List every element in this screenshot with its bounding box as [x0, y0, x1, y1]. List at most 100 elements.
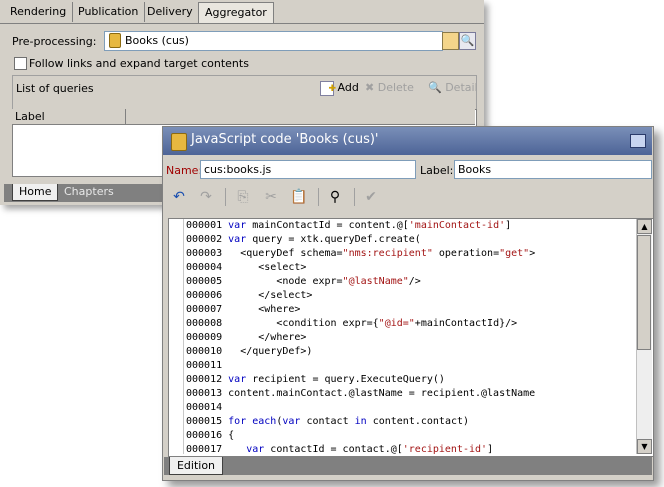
code-line: 000010 </queryDef>) [186, 345, 312, 359]
code-line: 000016 { [186, 429, 234, 443]
tab-chapters[interactable]: Chapters [58, 184, 120, 200]
line-number: 000012 [186, 374, 229, 385]
window-button-icon[interactable] [630, 134, 646, 148]
queries-title: List of queries [16, 82, 94, 95]
tab-divider [0, 23, 484, 24]
redo-icon[interactable]: ↷ [197, 188, 215, 206]
line-number: 000004 [186, 262, 229, 273]
line-text: var recipient = query.ExecuteQuery() [228, 374, 445, 385]
name-field[interactable]: cus:books.js [200, 160, 416, 179]
code-line: 000002 var query = xtk.queryDef.create( [186, 233, 421, 247]
code-line: 000009 </where> [186, 331, 306, 345]
line-number: 000002 [186, 234, 229, 245]
line-number: 000006 [186, 290, 229, 301]
code-line: 000012 var recipient = query.ExecuteQuer… [186, 373, 445, 387]
scrollbar-thumb[interactable] [637, 235, 651, 350]
magnifier-icon[interactable]: 🔍 [459, 32, 476, 50]
line-number: 000008 [186, 318, 229, 329]
paste-icon[interactable]: 📋 [290, 188, 308, 206]
preprocessing-value: Books (cus) [125, 34, 189, 47]
code-line: 000005 <node expr="@lastName"/> [186, 275, 421, 289]
add-icon: ✚ [320, 80, 336, 96]
detail-icon: 🔍 [428, 81, 442, 94]
detail-query-button[interactable]: 🔍 Detail [428, 78, 478, 98]
code-line: 000014 [186, 401, 228, 415]
label-column-header[interactable]: Label [15, 110, 45, 123]
undo-icon[interactable]: ↶ [170, 188, 188, 206]
code-line: 000011 [186, 359, 228, 373]
window-title: JavaScript code 'Books (cus)' [191, 132, 379, 147]
line-text: <where> [228, 304, 301, 315]
line-text: { [228, 430, 235, 441]
delete-query-button[interactable]: ✖ Delete [365, 78, 414, 98]
script-icon [171, 133, 187, 151]
toolbar-separator [318, 188, 319, 206]
tab-rendering[interactable]: Rendering [4, 2, 74, 22]
follow-links-label: Follow links and expand target contents [29, 57, 249, 70]
add-label: Add [337, 81, 359, 94]
line-number: 000003 [186, 248, 229, 259]
code-line: 000015 for each(var contact in content.c… [186, 415, 469, 429]
toolbar-separator [225, 188, 226, 206]
label-field[interactable]: Books [454, 160, 652, 179]
check-icon[interactable]: ✔ [362, 188, 380, 206]
label-label: Label: [420, 164, 454, 177]
find-icon[interactable]: ⚲ [326, 188, 344, 206]
line-text: var contactId = contact.@['recipient-id'… [246, 444, 494, 455]
line-text: </select> [228, 290, 313, 301]
cut-icon[interactable]: ✂ [262, 188, 280, 206]
add-query-button[interactable]: ✚ Add [320, 78, 359, 98]
line-number: 000010 [186, 346, 229, 357]
line-text: content.mainContact.@lastName = recipien… [228, 388, 536, 399]
window-title-bar[interactable]: JavaScript code 'Books (cus)' [163, 127, 652, 155]
code-line: 000007 <where> [186, 303, 300, 317]
script-icon [109, 33, 121, 48]
folder-icon[interactable] [442, 32, 459, 50]
edition-tab-strip [164, 457, 652, 475]
tab-home[interactable]: Home [12, 184, 59, 201]
line-text: <select> [228, 262, 307, 273]
tab-publication[interactable]: Publication [72, 2, 146, 22]
line-number: 000017 [186, 444, 229, 455]
line-number: 000015 [186, 416, 229, 427]
column-divider [125, 109, 126, 124]
tab-edition[interactable]: Edition [169, 457, 223, 475]
toolbar-separator [354, 188, 355, 206]
line-text: var mainContactId = content.@['mainConta… [228, 220, 512, 231]
line-text: </queryDef>) [228, 346, 313, 357]
line-number: 000016 [186, 430, 229, 441]
code-line: 000003 <queryDef schema="nms:recipient" … [186, 247, 535, 261]
code-line: 000001 var mainContactId = content.@['ma… [186, 219, 511, 233]
line-number: 000011 [186, 360, 229, 371]
preprocessing-label: Pre-processing: [12, 35, 97, 48]
line-number: 000013 [186, 388, 229, 399]
follow-links-checkbox[interactable] [14, 57, 27, 70]
line-text: <condition expr={"@id="+mainContactId}/> [228, 318, 518, 329]
copy-icon[interactable]: ⎘ [234, 188, 252, 206]
delete-icon: ✖ [365, 81, 375, 94]
tab-delivery[interactable]: Delivery [141, 2, 200, 22]
line-text: </where> [228, 332, 307, 343]
tab-aggregator[interactable]: Aggregator [198, 2, 274, 23]
queries-column-header[interactable]: Label [12, 109, 475, 125]
line-text: <node expr="@lastName"/> [228, 276, 421, 287]
code-line: 000013 content.mainContact.@lastName = r… [186, 387, 535, 401]
scroll-up-icon[interactable]: ▲ [637, 219, 652, 234]
preprocessing-field[interactable]: Books (cus) [104, 31, 443, 51]
code-line: 000006 </select> [186, 289, 312, 303]
detail-label: Detail [445, 81, 478, 94]
line-number: 000014 [186, 402, 229, 413]
code-line: 000004 <select> [186, 261, 306, 275]
name-label: Name: [166, 164, 203, 177]
scroll-down-icon[interactable]: ▼ [637, 439, 652, 454]
code-line: 000017 var contactId = contact.@['recipi… [186, 443, 493, 457]
line-number: 000009 [186, 332, 229, 343]
line-text: var query = xtk.queryDef.create( [228, 234, 421, 245]
line-number: 000005 [186, 276, 229, 287]
line-number: 000007 [186, 304, 229, 315]
line-number: 000001 [186, 220, 229, 231]
line-text: for each(var contact in content.contact) [228, 416, 470, 427]
editor-gutter [169, 219, 184, 454]
delete-label: Delete [377, 81, 414, 94]
code-line: 000008 <condition expr={"@id="+mainConta… [186, 317, 517, 331]
